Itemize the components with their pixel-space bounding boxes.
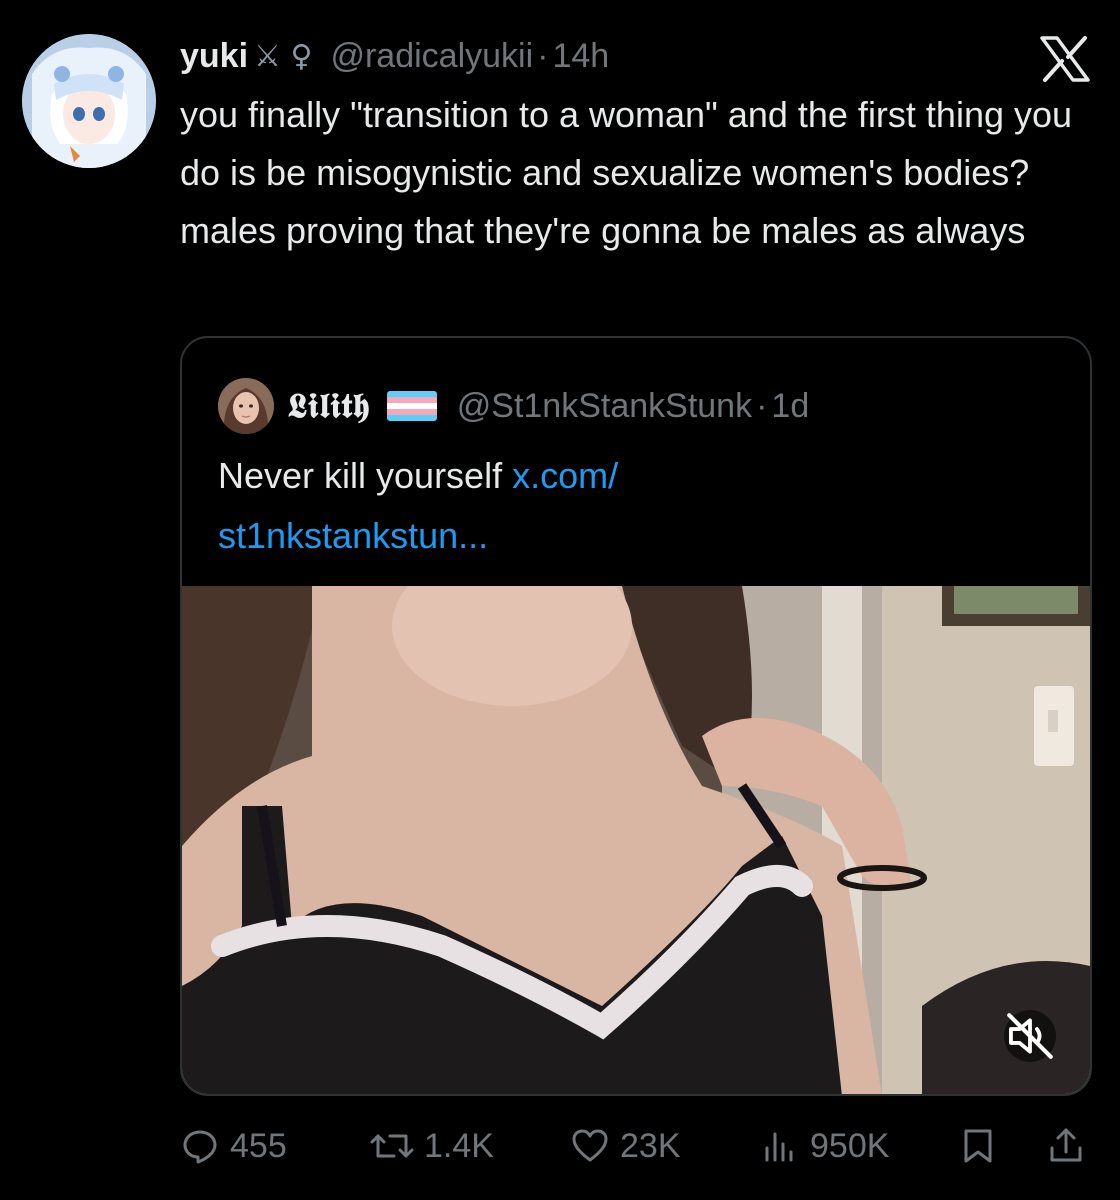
quoted-video-media[interactable] bbox=[182, 586, 1090, 1094]
tweet-text: you finally "transition to a woman" and … bbox=[180, 94, 1073, 251]
heart-icon bbox=[572, 1129, 608, 1162]
quoted-tweet-timestamp[interactable]: 1d bbox=[771, 387, 809, 426]
reply-icon bbox=[183, 1130, 217, 1164]
quoted-tweet-header: 𝕷𝖎𝖑𝖎𝖙𝖍 @St1nkStankStunk · 1d bbox=[218, 378, 809, 434]
video-frame bbox=[182, 586, 1090, 1094]
quoted-author-handle[interactable]: @St1nkStankStunk bbox=[457, 387, 752, 426]
author-handle[interactable]: @radicalyukii bbox=[330, 37, 533, 76]
bookmark-button[interactable] bbox=[958, 1118, 998, 1174]
reply-count: 455 bbox=[230, 1126, 287, 1165]
quoted-link-line1[interactable]: x.com/ bbox=[512, 455, 618, 496]
reply-button[interactable]: 455 bbox=[180, 1118, 287, 1174]
trans-flag-icon bbox=[386, 391, 437, 421]
mute-toggle-button[interactable] bbox=[1004, 1010, 1056, 1062]
separator-dot: · bbox=[537, 36, 549, 75]
quoted-link-line2[interactable]: st1nkstankstun... bbox=[218, 515, 488, 556]
muted-speaker-icon bbox=[1007, 1013, 1053, 1059]
like-button[interactable]: 23K bbox=[570, 1118, 681, 1174]
quoted-tweet-card[interactable]: 𝕷𝖎𝖑𝖎𝖙𝖍 @St1nkStankStunk · 1d Never kill … bbox=[180, 336, 1092, 1096]
repost-button[interactable]: 1.4K bbox=[370, 1118, 494, 1174]
views-button[interactable]: 950K bbox=[760, 1118, 889, 1174]
bookmark-icon bbox=[964, 1129, 992, 1163]
quoted-avatar-photo bbox=[218, 378, 274, 434]
tweet-header: yuki ⚔ ♀ @radicalyukii · 14h bbox=[180, 34, 609, 78]
quoted-tweet-text: Never kill yourself x.com/ st1nkstankstu… bbox=[218, 446, 1038, 566]
view-count: 950K bbox=[810, 1126, 890, 1165]
views-chart-icon bbox=[765, 1132, 793, 1162]
quoted-separator-dot: · bbox=[756, 386, 768, 425]
share-button[interactable] bbox=[1046, 1118, 1086, 1174]
quoted-author-avatar[interactable] bbox=[218, 378, 274, 434]
author-name[interactable]: yuki bbox=[180, 37, 248, 76]
quoted-text-body: Never kill yourself bbox=[218, 455, 513, 496]
author-name-emoji: ⚔ ♀ bbox=[254, 38, 313, 74]
tweet-timestamp[interactable]: 14h bbox=[552, 37, 609, 76]
author-avatar[interactable] bbox=[22, 34, 156, 168]
share-icon bbox=[1050, 1128, 1082, 1162]
repost-icon bbox=[370, 1134, 414, 1158]
tweet-action-bar: 455 1.4K 23K 950K bbox=[180, 1118, 1090, 1174]
quoted-author-name[interactable]: 𝕷𝖎𝖑𝖎𝖙𝖍 bbox=[288, 386, 371, 426]
x-logo-icon bbox=[1040, 36, 1090, 82]
like-count: 23K bbox=[620, 1126, 681, 1165]
repost-count: 1.4K bbox=[424, 1126, 494, 1165]
avatar-illustration bbox=[22, 34, 156, 168]
